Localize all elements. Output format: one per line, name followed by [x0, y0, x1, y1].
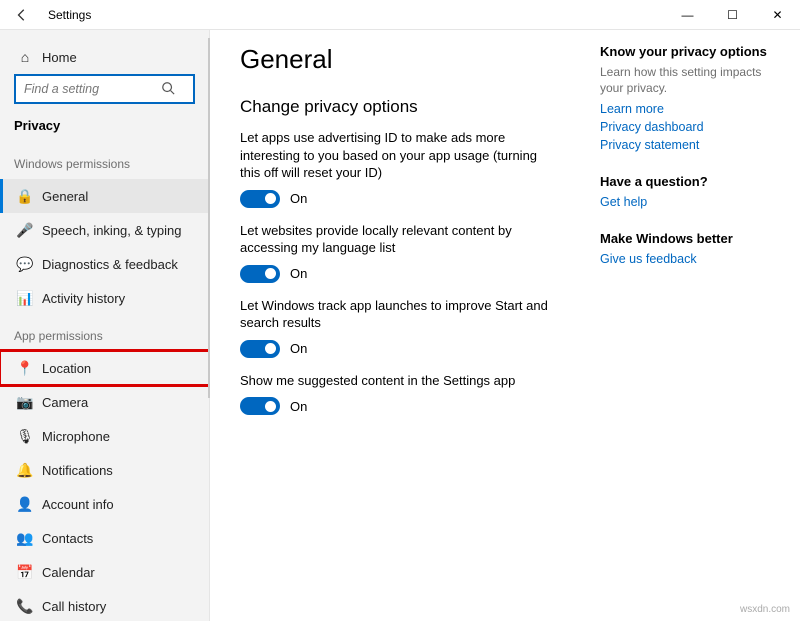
toggle-3[interactable]: [240, 397, 280, 415]
rail-title-feedback: Make Windows better: [600, 231, 770, 246]
maximize-button[interactable]: ☐: [710, 0, 755, 30]
rail-title-privacy: Know your privacy options: [600, 44, 770, 59]
section-title: Privacy: [0, 114, 209, 143]
sidebar-item-app-6[interactable]: 📅 Calendar: [0, 555, 209, 589]
sidebar-item-win-0[interactable]: 🔒 General: [0, 179, 209, 213]
toggle-state-2: On: [290, 341, 307, 356]
sidebar-item-app-5[interactable]: 👥 Contacts: [0, 521, 209, 555]
sidebar-item-app-2-label: Microphone: [42, 429, 110, 444]
setting-desc-2: Let Windows track app launches to improv…: [240, 297, 552, 332]
sidebar-item-app-4[interactable]: 👤 Account info: [0, 487, 209, 521]
scrollbar[interactable]: [208, 38, 210, 398]
watermark: wsxdn.com: [740, 604, 790, 615]
sidebar-item-app-1[interactable]: 📷 Camera: [0, 385, 209, 419]
group-windows-permissions: Windows permissions: [0, 143, 209, 179]
setting-1: Let websites provide locally relevant co…: [240, 222, 552, 283]
page-heading: General: [240, 44, 552, 75]
setting-desc-1: Let websites provide locally relevant co…: [240, 222, 552, 257]
sidebar-item-app-7-label: Call history: [42, 599, 106, 614]
page-subheading: Change privacy options: [240, 97, 552, 117]
rail-link-feedback-0[interactable]: Give us feedback: [600, 252, 770, 266]
rail-link-help-0[interactable]: Get help: [600, 195, 770, 209]
sidebar-item-app-4-icon: 👤: [14, 496, 36, 513]
toggle-state-3: On: [290, 399, 307, 414]
rail-text-privacy: Learn how this setting impacts your priv…: [600, 65, 770, 96]
titlebar: Settings — ☐ ✕: [0, 0, 800, 30]
sidebar-item-app-3-icon: 🔔: [14, 462, 36, 479]
home-icon: ⌂: [14, 49, 36, 65]
back-button[interactable]: [10, 3, 34, 27]
toggle-1[interactable]: [240, 265, 280, 283]
sidebar-item-win-2-label: Diagnostics & feedback: [42, 257, 178, 272]
right-rail: Know your privacy options Learn how this…: [600, 44, 770, 621]
rail-link-privacy-2[interactable]: Privacy statement: [600, 138, 770, 152]
arrow-left-icon: [15, 8, 29, 22]
sidebar-item-win-1-label: Speech, inking, & typing: [42, 223, 181, 238]
setting-0: Let apps use advertising ID to make ads …: [240, 129, 552, 208]
sidebar: ⌂ Home Privacy Windows permissions 🔒 Gene…: [0, 30, 210, 621]
close-button[interactable]: ✕: [755, 0, 800, 30]
sidebar-item-win-2-icon: 💬: [14, 256, 36, 273]
sidebar-item-win-0-label: General: [42, 189, 88, 204]
sidebar-item-win-3-label: Activity history: [42, 291, 125, 306]
toggle-0[interactable]: [240, 190, 280, 208]
main-content: General Change privacy options Let apps …: [210, 30, 800, 621]
sidebar-item-win-2[interactable]: 💬 Diagnostics & feedback: [0, 247, 209, 281]
sidebar-item-app-6-label: Calendar: [42, 565, 95, 580]
sidebar-item-app-5-icon: 👥: [14, 530, 36, 547]
group-app-permissions: App permissions: [0, 315, 209, 351]
rail-link-privacy-0[interactable]: Learn more: [600, 102, 770, 116]
minimize-button[interactable]: —: [665, 0, 710, 30]
toggle-2[interactable]: [240, 340, 280, 358]
sidebar-item-app-0-icon: 📍: [14, 360, 36, 377]
sidebar-item-app-6-icon: 📅: [14, 564, 36, 581]
home-nav[interactable]: ⌂ Home: [0, 40, 209, 74]
setting-2: Let Windows track app launches to improv…: [240, 297, 552, 358]
sidebar-item-app-1-label: Camera: [42, 395, 88, 410]
sidebar-item-win-3[interactable]: 📊 Activity history: [0, 281, 209, 315]
sidebar-item-app-7[interactable]: 📞 Call history: [0, 589, 209, 621]
setting-3: Show me suggested content in the Setting…: [240, 372, 552, 416]
sidebar-item-win-1-icon: 🎤: [14, 222, 36, 239]
toggle-state-0: On: [290, 191, 307, 206]
sidebar-item-win-1[interactable]: 🎤 Speech, inking, & typing: [0, 213, 209, 247]
sidebar-item-app-3-label: Notifications: [42, 463, 113, 478]
sidebar-item-app-5-label: Contacts: [42, 531, 93, 546]
sidebar-item-app-3[interactable]: 🔔 Notifications: [0, 453, 209, 487]
sidebar-item-win-0-icon: 🔒: [14, 188, 36, 205]
window-title: Settings: [48, 8, 91, 22]
setting-desc-0: Let apps use advertising ID to make ads …: [240, 129, 552, 182]
sidebar-item-app-2[interactable]: 🎙 Microphone: [0, 419, 209, 453]
setting-desc-3: Show me suggested content in the Setting…: [240, 372, 552, 390]
sidebar-item-app-0-label: Location: [42, 361, 91, 376]
sidebar-item-win-3-icon: 📊: [14, 290, 36, 307]
rail-link-privacy-1[interactable]: Privacy dashboard: [600, 120, 770, 134]
sidebar-item-app-7-icon: 📞: [14, 598, 36, 615]
sidebar-item-app-4-label: Account info: [42, 497, 114, 512]
rail-title-question: Have a question?: [600, 174, 770, 189]
home-label: Home: [42, 50, 77, 65]
toggle-state-1: On: [290, 266, 307, 281]
sidebar-item-app-1-icon: 📷: [14, 394, 36, 411]
sidebar-item-app-0[interactable]: 📍 Location: [0, 351, 209, 385]
sidebar-item-app-2-icon: 🎙: [14, 428, 36, 445]
